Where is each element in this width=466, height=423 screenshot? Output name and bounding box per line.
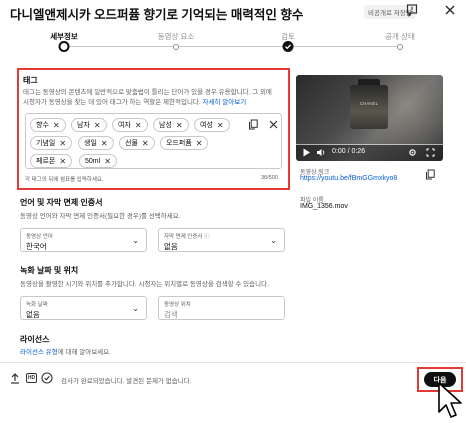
tag-chip-label: 남자 xyxy=(77,122,90,129)
step-visibility-label[interactable]: 공개 상태 xyxy=(385,31,415,42)
alert-icon[interactable] xyxy=(405,3,419,17)
video-location-label: 동영상 위치 xyxy=(164,302,191,308)
remove-tag-icon[interactable]: ✕ xyxy=(94,121,101,130)
caption-certificate-select[interactable]: 자막 면제 인증서 ⓘ 없음 ⌄ xyxy=(158,228,285,252)
remove-tag-icon[interactable]: ✕ xyxy=(101,139,108,148)
remove-tag-icon[interactable]: ✕ xyxy=(135,121,142,130)
step-visibility-dot[interactable] xyxy=(397,43,403,50)
tag-chip-label: 여성 xyxy=(200,122,213,129)
recording-description: 동영상을 촬영한 시기와 위치를 추가합니다. 시청자는 위치별로 동영상을 검… xyxy=(20,281,269,288)
caption-certificate-label: 자막 면제 인증서 ⓘ xyxy=(164,234,210,240)
tags-section: 태그 태그는 동영상의 콘텐츠에 일반적으로 맞춤법이 틀리는 단어가 있을 경… xyxy=(17,68,290,190)
tag-chip[interactable]: 50ml ✕ xyxy=(79,154,117,168)
caption-certificate-value: 없음 xyxy=(164,242,178,251)
step-review-check-icon[interactable] xyxy=(282,41,294,52)
stepper-line xyxy=(64,46,176,47)
tag-chip[interactable]: 생일 ✕ xyxy=(78,136,114,150)
check-circle-icon[interactable] xyxy=(41,372,53,384)
copy-link-icon[interactable] xyxy=(425,169,436,180)
language-section-title: 언어 및 자막 면제 인증서 xyxy=(20,198,103,207)
language-description: 동영상 언어와 자막 면제 인증서(필요한 경우)를 선택하세요. xyxy=(20,213,181,220)
page-title: 다니엘앤제시카 오드퍼퓸 향기로 기억되는 매력적인 향수 xyxy=(10,8,304,22)
bottle-label: CHANEL xyxy=(359,101,379,106)
stepper-line xyxy=(176,46,288,47)
tags-description: 태그는 동영상의 콘텐츠에 일반적으로 맞춤법이 틀리는 단어가 있을 경우 유… xyxy=(23,88,285,107)
video-location-placeholder: 검색 xyxy=(164,310,178,319)
license-description: 라이선스 유형에 대해 알아보세요. xyxy=(20,348,111,358)
tags-title: 태그 xyxy=(23,76,38,85)
remove-tag-icon[interactable]: ✕ xyxy=(59,157,66,166)
tags-description-line2: 시청자가 동영상을 찾는 데 있어 태그가 하는 역할은 제한적입니다. xyxy=(23,98,201,106)
tags-description-line1: 태그는 동영상의 콘텐츠에 일반적으로 맞춤법이 틀리는 단어가 있을 경우 유… xyxy=(23,89,272,96)
learn-more-link[interactable]: 자세히 알아보기 xyxy=(203,99,247,106)
upload-icon[interactable] xyxy=(10,373,20,384)
step-details-dot[interactable] xyxy=(58,41,70,52)
tag-chip-label: 선물 xyxy=(125,140,138,147)
remove-tag-icon[interactable]: ✕ xyxy=(53,121,60,130)
video-link[interactable]: https://youtu.be/fBmGGmxkyo8 xyxy=(300,175,397,182)
remove-tag-icon[interactable]: ✕ xyxy=(104,157,111,166)
video-language-select[interactable]: 동영상 언어 한국어 ⌄ xyxy=(20,228,147,252)
remove-tag-icon[interactable]: ✕ xyxy=(59,139,66,148)
chevron-down-icon: ⌄ xyxy=(132,236,139,245)
license-type-link[interactable]: 라이선스 유형 xyxy=(20,349,58,356)
close-icon[interactable] xyxy=(443,3,457,17)
fullscreen-icon[interactable] xyxy=(426,148,435,157)
recording-date-label: 녹화 날짜 xyxy=(26,302,48,308)
chevron-down-icon: ⌄ xyxy=(270,236,277,245)
license-description-text: 에 대해 알아보세요. xyxy=(57,349,111,356)
copy-icon[interactable] xyxy=(248,119,259,130)
play-icon[interactable] xyxy=(302,148,311,157)
chevron-down-icon: ⌄ xyxy=(132,304,139,313)
footer-divider xyxy=(0,362,466,363)
step-video-elements-dot[interactable] xyxy=(173,43,179,50)
tag-chip-label: 페르몬 xyxy=(36,158,56,165)
step-video-elements-label[interactable]: 동영상 요소 xyxy=(158,31,195,42)
tag-chip[interactable]: 선물 ✕ xyxy=(119,136,155,150)
tag-chip[interactable]: 향수 ✕ xyxy=(30,118,66,132)
video-location-input[interactable]: 동영상 위치 검색 xyxy=(158,296,285,320)
stepper-line xyxy=(288,46,400,47)
check-status-text: 검사가 완료되었습니다. 발견된 문제가 없습니다. xyxy=(61,378,192,385)
mouse-cursor-icon xyxy=(438,382,462,418)
tag-chip[interactable]: 남성 ✕ xyxy=(153,118,189,132)
tag-chip[interactable]: 남자 ✕ xyxy=(71,118,107,132)
video-language-value: 한국어 xyxy=(26,242,47,251)
recording-section-title: 녹화 날짜 및 위치 xyxy=(20,266,79,275)
tag-chip[interactable]: 오드퍼퓸 ✕ xyxy=(160,136,209,150)
tag-chip-label: 향수 xyxy=(36,122,49,129)
perfume-bottle xyxy=(350,85,388,129)
video-time: 0:00 / 0:26 xyxy=(332,148,366,155)
remove-tag-icon[interactable]: ✕ xyxy=(217,121,224,130)
tag-chip-label: 오드퍼퓸 xyxy=(166,140,192,147)
video-language-label: 동영상 언어 xyxy=(26,234,53,240)
remove-tag-icon[interactable]: ✕ xyxy=(196,139,203,148)
recording-date-select[interactable]: 녹화 날짜 없음 ⌄ xyxy=(20,296,147,320)
settings-gear-icon[interactable] xyxy=(408,148,417,157)
volume-icon[interactable] xyxy=(316,148,326,157)
tag-chip-label: 여자 xyxy=(118,122,131,129)
license-section-title: 라이선스 xyxy=(20,335,50,344)
tag-chip[interactable]: 여성 ✕ xyxy=(194,118,230,132)
file-name: IMG_1356.mov xyxy=(300,203,348,210)
tag-chip-label: 50ml xyxy=(85,157,101,165)
remove-tag-icon[interactable]: ✕ xyxy=(176,121,183,130)
tag-chip-label: 남성 xyxy=(159,122,172,129)
tag-chip-label: 생일 xyxy=(84,140,97,147)
video-progress-bar[interactable] xyxy=(296,144,443,145)
recording-date-value: 없음 xyxy=(26,310,40,319)
hd-icon[interactable]: HD xyxy=(26,373,37,383)
tag-chip[interactable]: 페르몬 ✕ xyxy=(30,154,73,168)
clear-tags-icon[interactable] xyxy=(268,119,279,130)
remove-tag-icon[interactable]: ✕ xyxy=(142,139,149,148)
tag-chip[interactable]: 여자 ✕ xyxy=(112,118,148,132)
tags-hint: 각 태그의 뒤에 쉼표를 입력하세요. xyxy=(25,177,104,183)
video-preview[interactable]: CHANEL 0:00 / 0:26 xyxy=(296,75,443,161)
tags-counter: 38/500 xyxy=(261,175,278,181)
tag-chip[interactable]: 기념일 ✕ xyxy=(30,136,73,150)
tag-chip-label: 기념일 xyxy=(36,140,56,147)
tags-input[interactable]: 향수 ✕ 남자 ✕ 여자 ✕ 남성 ✕ 여성 ✕ 기념일 ✕ 생일 ✕ 선물 ✕ 오드퍼퓸 ✕ 페… xyxy=(25,113,282,169)
